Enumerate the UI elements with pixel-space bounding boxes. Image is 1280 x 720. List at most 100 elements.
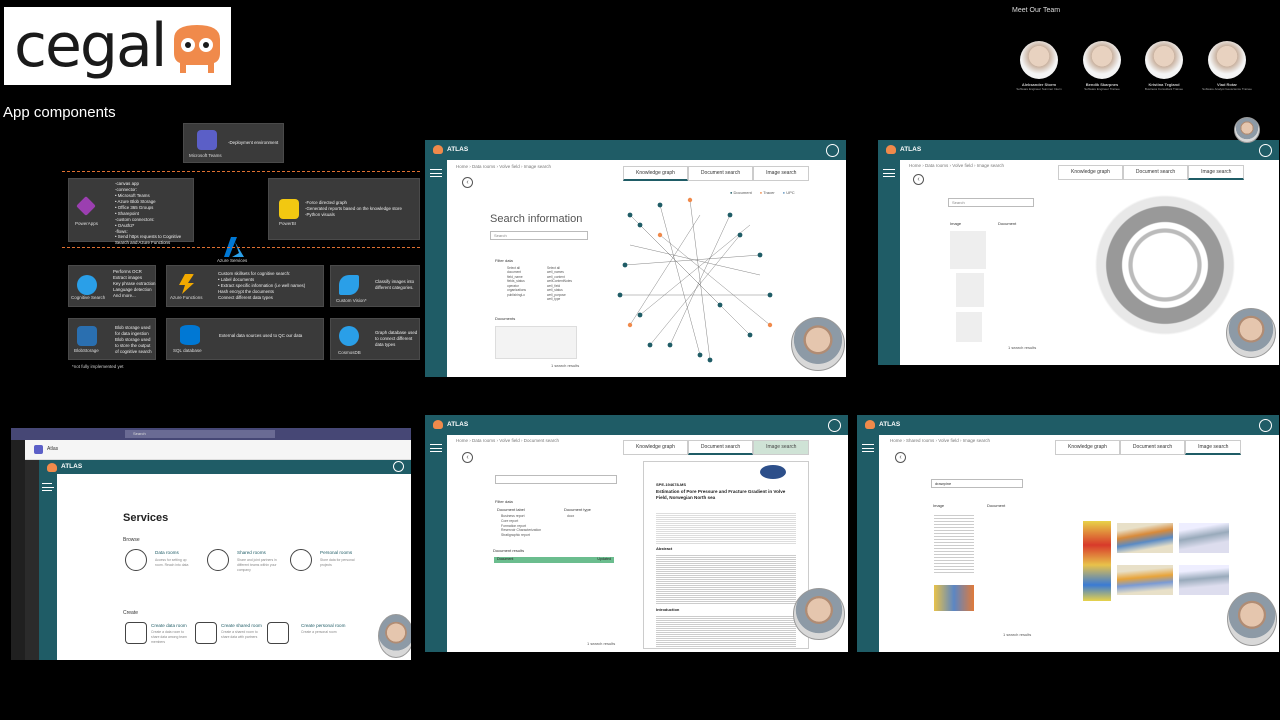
document-column-header: Document [987,503,1006,508]
document-column-header: Document [998,221,1017,226]
menu-icon[interactable] [883,169,895,177]
document-text [656,512,796,544]
results-table-header: Document Updated [494,557,614,563]
user-icon[interactable] [826,144,839,157]
create-personal-room-icon[interactable] [267,622,289,644]
result-thumbnail[interactable] [934,585,974,611]
member-role: Software Engineer Summer Intern [1016,87,1062,91]
create-data-room-link[interactable]: Create data room [151,623,187,628]
powerbi-text: -Force directed graph -Generated reports… [305,200,402,217]
member-role: Software Analyst Geoscience Trainee [1202,87,1252,91]
team-title: Meet Our Team [1012,7,1061,14]
back-button[interactable]: ‹ [913,174,924,185]
search-input[interactable]: Search [490,231,588,240]
blob-label: BlobStorage [74,348,99,353]
knowledge-graph-panel: ATLAS Home › Data rooms › Volve field › … [425,140,846,377]
tab-document-search[interactable]: Document search [687,440,754,455]
tab-document-search[interactable]: Document search [1119,440,1186,455]
app-name: ATLAS [61,463,83,470]
app-name: ATLAS [447,421,469,428]
back-button[interactable]: ‹ [462,452,473,463]
tab-knowledge-graph[interactable]: Knowledge graph [623,440,688,455]
personal-rooms-desc: Store data for personal projects [320,558,355,567]
seismic-image[interactable] [1179,523,1229,553]
teams-search-input[interactable]: Search [125,430,275,438]
user-icon[interactable] [1259,144,1272,157]
result-thumbnail[interactable] [950,231,986,269]
team-member: Bendik Skarpnes Software Engineer Trainee [1075,41,1129,91]
filter-list-right[interactable]: Select all well_names well_content wellCont… [547,266,572,302]
create-shared-room-link[interactable]: Create shared room [221,623,262,628]
document-search-panel: ATLAS Home › Data rooms › Volve field › … [425,415,848,652]
image-column-header: Image [950,221,962,226]
back-button[interactable]: ‹ [462,177,473,188]
user-icon[interactable] [393,461,404,472]
seismic-image[interactable] [1117,565,1173,595]
eye-icon [339,275,359,295]
documents-list[interactable] [495,326,577,359]
document-preview[interactable]: SPE-194678-MS Estimation of Pore Pressur… [643,461,809,649]
filter-list-left[interactable]: Select all document field_name fields_statu… [507,266,526,297]
menu-icon[interactable] [430,444,442,452]
document-label-filter[interactable]: Business report Core report Formation repo… [501,514,541,538]
introduction-heading: Introduction [656,607,680,612]
app-header: ATLAS [39,460,411,474]
data-rooms-icon[interactable] [125,549,147,571]
mascot-icon [47,463,57,472]
shared-rooms-link[interactable]: Shared rooms [237,550,266,555]
menu-icon[interactable] [42,483,54,491]
create-data-room-icon[interactable] [125,622,147,644]
user-icon[interactable] [1259,419,1272,432]
filter-option[interactable]: well_type [547,297,572,301]
tab-image-search[interactable]: Image search [1188,165,1245,180]
services-app: ATLAS Services Browse Data rooms Access … [39,460,411,660]
document-type-heading: Document type [564,507,591,512]
menu-icon[interactable] [430,169,442,177]
tab-knowledge-graph[interactable]: Knowledge graph [1058,165,1123,180]
functions-box: Azure Functions Custom skillsets for cog… [166,265,324,307]
tab-knowledge-graph[interactable]: Knowledge graph [623,166,688,181]
filter-option[interactable]: Stratigraphic report [501,533,541,538]
knowledge-graph[interactable] [600,195,800,365]
avatar [1208,41,1246,79]
image-cluster[interactable] [1090,190,1240,340]
result-thumbnail[interactable] [934,513,974,573]
create-personal-room-link[interactable]: Create personal room [301,623,345,628]
user-icon[interactable] [828,419,841,432]
azure-services: Azure Services [216,236,252,266]
data-rooms-link[interactable]: Data rooms [155,550,179,555]
content-input[interactable] [495,475,617,484]
teams-app-rail[interactable] [11,440,25,660]
result-thumbnail[interactable] [956,273,984,307]
side-nav [425,435,447,652]
logo-text: cegal [14,11,167,81]
result-thumbnail[interactable] [956,312,982,342]
functions-label: Azure Functions [170,295,203,300]
tab-image-search[interactable]: Image search [753,166,810,181]
create-shared-room-icon[interactable] [195,622,217,644]
seismic-image[interactable] [1179,565,1229,595]
cegal-logo: cegal [4,7,231,85]
seismic-image[interactable] [1117,523,1173,553]
back-button[interactable]: ‹ [895,452,906,463]
document-id: SPE-194678-MS [656,482,687,487]
seismic-image[interactable] [1083,521,1111,601]
tab-bar: Knowledge graph Document search Image se… [1055,440,1242,455]
filter-option[interactable]: publishingLo [507,293,526,297]
shared-rooms-icon[interactable] [207,549,229,571]
sql-text: External data sources used to QC our dat… [219,333,303,338]
tab-document-search[interactable]: Document search [687,166,754,181]
document-type-option[interactable]: docx [567,514,574,519]
teams-label: Microsoft Teams [189,153,222,158]
search-input[interactable]: Search [948,198,1034,207]
personal-rooms-icon[interactable] [290,549,312,571]
tab-image-search[interactable]: Image search [753,440,810,455]
tab-image-search[interactable]: Image search [1185,440,1242,455]
menu-icon[interactable] [862,444,874,452]
tab-knowledge-graph[interactable]: Knowledge graph [1055,440,1120,455]
powerapps-icon [76,196,96,216]
side-nav [39,474,57,660]
tab-document-search[interactable]: Document search [1122,165,1189,180]
personal-rooms-link[interactable]: Personal rooms [320,550,352,555]
search-input[interactable]: drawpine [931,479,1023,488]
